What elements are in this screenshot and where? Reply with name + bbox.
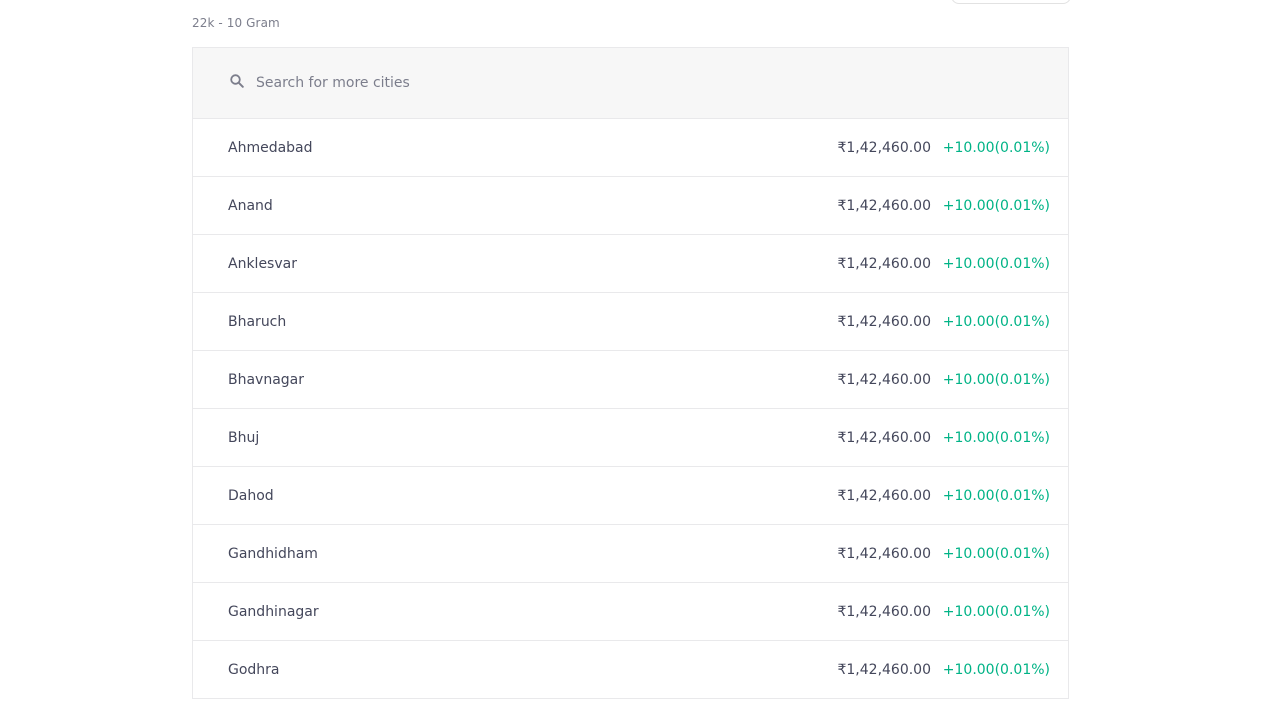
city-name[interactable]: Ahmedabad: [228, 140, 313, 156]
gold-price: ₹1,42,460.00: [837, 313, 931, 330]
city-name[interactable]: Dahod: [228, 488, 274, 504]
gold-price: ₹1,42,460.00: [837, 545, 931, 562]
table-row[interactable]: Dahod ₹1,42,460.00 +10.00(0.01%): [193, 467, 1068, 525]
gold-price: ₹1,42,460.00: [837, 661, 931, 678]
table-row[interactable]: Bhuj ₹1,42,460.00 +10.00(0.01%): [193, 409, 1068, 467]
gold-price: ₹1,42,460.00: [837, 139, 931, 156]
price-change: +10.00(0.01%): [942, 371, 1050, 388]
page-subtitle: 22k - 10 Gram: [192, 16, 280, 30]
price-change: +10.00(0.01%): [942, 429, 1050, 446]
city-name[interactable]: Bhuj: [228, 430, 259, 446]
gold-price: ₹1,42,460.00: [837, 255, 931, 272]
table-row[interactable]: Ahmedabad ₹1,42,460.00 +10.00(0.01%): [193, 119, 1068, 177]
city-price-table: Ahmedabad ₹1,42,460.00 +10.00(0.01%) Anand ₹…: [192, 47, 1069, 699]
city-name[interactable]: Bharuch: [228, 314, 286, 330]
gold-price: ₹1,42,460.00: [837, 371, 931, 388]
table-row[interactable]: Godhra ₹1,42,460.00 +10.00(0.01%): [193, 641, 1068, 698]
price-change: +10.00(0.01%): [942, 197, 1050, 214]
price-change: +10.00(0.01%): [942, 603, 1050, 620]
city-name[interactable]: Anand: [228, 198, 273, 214]
gold-price: ₹1,42,460.00: [837, 487, 931, 504]
gold-price: ₹1,42,460.00: [837, 603, 931, 620]
search-input[interactable]: [256, 75, 756, 91]
table-row[interactable]: Gandhidham ₹1,42,460.00 +10.00(0.01%): [193, 525, 1068, 583]
table-row[interactable]: Bharuch ₹1,42,460.00 +10.00(0.01%): [193, 293, 1068, 351]
search-bar[interactable]: [193, 48, 1068, 119]
price-change: +10.00(0.01%): [942, 487, 1050, 504]
city-name[interactable]: Godhra: [228, 662, 280, 678]
city-list: Ahmedabad ₹1,42,460.00 +10.00(0.01%) Anand ₹…: [193, 119, 1068, 698]
city-name[interactable]: Bhavnagar: [228, 372, 304, 388]
dropdown-button[interactable]: [951, 0, 1071, 4]
price-change: +10.00(0.01%): [942, 661, 1050, 678]
city-name[interactable]: Anklesvar: [228, 256, 297, 272]
table-row[interactable]: Gandhinagar ₹1,42,460.00 +10.00(0.01%): [193, 583, 1068, 641]
price-change: +10.00(0.01%): [942, 139, 1050, 156]
page: 22k - 10 Gram Ahmedabad ₹1,42,460.00 +10.0…: [0, 0, 1280, 720]
price-change: +10.00(0.01%): [942, 545, 1050, 562]
price-change: +10.00(0.01%): [942, 255, 1050, 272]
gold-price: ₹1,42,460.00: [837, 197, 931, 214]
table-row[interactable]: Anklesvar ₹1,42,460.00 +10.00(0.01%): [193, 235, 1068, 293]
city-name[interactable]: Gandhidham: [228, 546, 318, 562]
gold-price: ₹1,42,460.00: [837, 429, 931, 446]
price-change: +10.00(0.01%): [942, 313, 1050, 330]
search-icon: [229, 73, 245, 89]
city-name[interactable]: Gandhinagar: [228, 604, 319, 620]
table-row[interactable]: Anand ₹1,42,460.00 +10.00(0.01%): [193, 177, 1068, 235]
table-row[interactable]: Bhavnagar ₹1,42,460.00 +10.00(0.01%): [193, 351, 1068, 409]
